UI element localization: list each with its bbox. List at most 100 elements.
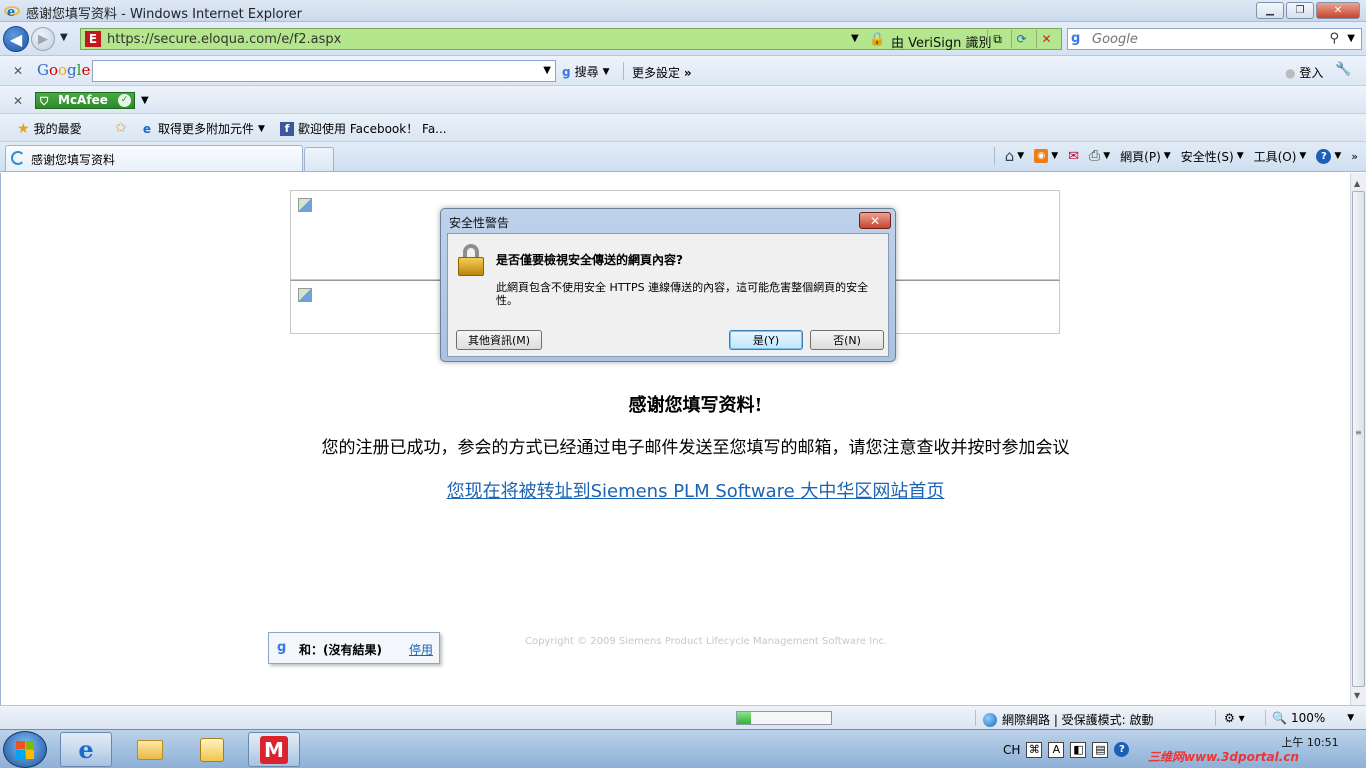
ime-width-icon[interactable]: ◧ [1070, 741, 1087, 758]
dialog-close-button[interactable]: ✕ [859, 212, 891, 229]
watermark-text: 三维网www.3dportal.cn [1148, 750, 1299, 764]
status-bar: 網際網路 | 受保護模式: 啟動 ⚙ ▾ 🔍 100% ▼ [0, 705, 1366, 729]
facebook-link[interactable]: f 歡迎使用 Facebook！ Fa... [280, 120, 447, 137]
taskbar-mcafee-button[interactable]: M [248, 732, 300, 767]
address-url[interactable]: https://secure.eloqua.com/e/f2.aspx [107, 32, 341, 47]
search-icon[interactable]: ⚲ [1329, 31, 1339, 46]
lock-icon[interactable]: 🔒 [869, 32, 885, 47]
facebook-icon: f [280, 121, 294, 136]
address-bar[interactable]: E https://secure.eloqua.com/e/f2.aspx ▼ … [80, 28, 1062, 51]
taskbar-paint-button[interactable] [186, 732, 238, 767]
title-bar: e 感谢您填写资料 - Windows Internet Explorer ▁ … [0, 0, 1366, 22]
dialog-title: 安全性警告 [449, 216, 510, 230]
page-menu[interactable]: 網頁(P) ▼ [1120, 148, 1171, 165]
tab-active[interactable]: 感谢您填写资料 [5, 145, 303, 171]
page-menu-label: 網頁(P) [1120, 149, 1161, 164]
google-search-dropdown[interactable]: ▼ [543, 65, 551, 76]
google-suggest-popup: g 和：(沒有結果) 停用 [268, 632, 440, 664]
ime-font-icon[interactable]: A [1048, 741, 1065, 758]
more-commands-icon[interactable]: » [1351, 150, 1358, 163]
help-icon: ? [1316, 148, 1332, 164]
maximize-button[interactable]: ❐ [1286, 2, 1314, 19]
chevron-down-icon: ▼ [602, 66, 610, 77]
security-zone[interactable]: 網際網路 | 受保護模式: 啟動 [983, 711, 1154, 728]
safety-menu-label: 安全性(S) [1180, 149, 1234, 164]
chevron-down-icon: ▼ [1347, 713, 1355, 723]
eloqua-favicon-icon: E [85, 31, 101, 47]
new-tab-button[interactable] [304, 147, 334, 171]
address-dropdown[interactable]: ▼ [851, 33, 859, 44]
scroll-up-icon[interactable]: ▲ [1354, 179, 1360, 188]
close-window-button[interactable]: ✕ [1316, 2, 1360, 19]
add-favorite-star-icon: ✩ [115, 120, 127, 136]
home-icon: ⌂ [1004, 147, 1015, 165]
tools-menu[interactable]: 工具(O) ▼ [1254, 148, 1307, 165]
help-button[interactable]: ? ▼ [1316, 148, 1341, 164]
wrench-icon[interactable]: 🔧 [1335, 62, 1351, 77]
chevron-down-icon: ▼ [1051, 151, 1059, 161]
close-toolbar-icon[interactable]: ✕ [13, 94, 23, 108]
ime-mode-icon[interactable]: ⌘ [1026, 741, 1043, 758]
printer-icon: ⎙ [1089, 148, 1101, 164]
recent-pages-dropdown[interactable]: ▼ [60, 32, 68, 43]
refresh-icon[interactable]: ⟳ [1011, 30, 1031, 48]
google-toolbar: ✕ Google ▼ g 搜尋 ▼ 更多設定 » ● 登入 🔧 [0, 56, 1366, 86]
mcafee-toolbar: ✕ ⛉ McAfee ✓ ▼ [0, 86, 1366, 114]
login-button[interactable]: ● 登入 [1285, 64, 1323, 81]
google-search-input[interactable]: ▼ [92, 60, 556, 82]
ime-help-icon[interactable]: ? [1114, 742, 1130, 757]
divider [975, 710, 976, 726]
more-settings-button[interactable]: 更多設定 » [632, 64, 692, 81]
ime-pad-icon[interactable]: ▤ [1092, 741, 1109, 758]
more-info-button[interactable]: 其他資訊(M) [456, 330, 542, 350]
forward-button[interactable]: ▶ [31, 27, 55, 51]
zoom-control[interactable]: 🔍 100% ▼ [1272, 711, 1354, 725]
chevron-down-icon: ▼ [1103, 151, 1111, 161]
tab-title: 感谢您填写资料 [31, 153, 116, 167]
feeds-button[interactable]: ◉ ▼ [1034, 149, 1058, 163]
vertical-scrollbar[interactable]: ▲ ≡ ▼ [1350, 173, 1366, 705]
google-logo: Google [37, 61, 91, 79]
disable-link[interactable]: 停用 [409, 641, 433, 658]
popup-blocker-icon[interactable]: ⚙ ▾ [1224, 711, 1245, 725]
taskbar-explorer-button[interactable] [124, 732, 176, 767]
read-mail-button[interactable]: ✉ [1068, 149, 1079, 164]
rss-icon: ◉ [1034, 149, 1049, 163]
taskbar-ie-button[interactable]: e [60, 732, 112, 767]
ime-indicator[interactable]: CH [1003, 743, 1020, 757]
security-identity[interactable]: 由 VeriSign 識別 [891, 32, 991, 51]
search-options-dropdown[interactable]: ▼ [1347, 33, 1355, 44]
divider [1215, 710, 1216, 726]
start-button[interactable] [3, 731, 47, 768]
safety-menu[interactable]: 安全性(S) ▼ [1181, 148, 1244, 165]
user-dot-icon: ● [1285, 66, 1296, 80]
stop-icon[interactable]: ✕ [1036, 30, 1056, 48]
google-search-label: 搜尋 [574, 65, 599, 79]
add-favorite-button[interactable]: ✩ [115, 120, 127, 136]
mcafee-dropdown[interactable]: ▼ [141, 95, 149, 106]
back-button[interactable]: ◀ [3, 26, 29, 52]
success-message: 您的注册已成功，参会的方式已经通过电子邮件发送至您填写的邮箱，请您注意查收并按时… [321, 438, 1070, 458]
get-addons-link[interactable]: e 取得更多附加元件 ▼ [140, 120, 265, 137]
mcafee-button[interactable]: ⛉ McAfee ✓ [35, 92, 135, 109]
favorites-button[interactable]: ★ 我的最愛 [17, 120, 82, 137]
mail-icon: ✉ [1068, 148, 1080, 164]
favorites-bar: ★ 我的最愛 ✩ e 取得更多附加元件 ▼ f 歡迎使用 Facebook！ F… [0, 114, 1366, 142]
tab-row: 感谢您填写资料 ⌂ ▼ ◉ ▼ ✉ ⎙ ▼ 網頁(P) ▼ 安全性(S) ▼ 工具(O) ▼… [0, 142, 1366, 172]
yes-button[interactable]: 是(Y) [729, 330, 803, 350]
no-button[interactable]: 否(N) [810, 330, 884, 350]
home-button[interactable]: ⌂ ▼ [1005, 147, 1024, 165]
search-input[interactable] [1092, 31, 1322, 47]
google-search-button[interactable]: g 搜尋 ▼ [562, 63, 610, 80]
search-box[interactable]: g ⚲ ▼ [1067, 28, 1362, 50]
scroll-thumb[interactable] [1352, 191, 1365, 687]
print-button[interactable]: ⎙ ▼ [1089, 148, 1110, 164]
divider [993, 147, 995, 165]
scroll-down-icon[interactable]: ▼ [1354, 691, 1360, 700]
compatibility-view-icon[interactable]: ⧉ [987, 30, 1007, 48]
redirect-link[interactable]: 您现在将被转址到Siemens PLM Software 大中华区网站首页 [1, 477, 1366, 503]
login-label: 登入 [1299, 66, 1324, 80]
dialog-body: 是否僅要檢視安全傳送的網頁內容? 此網頁包含不使用安全 HTTPS 連線傳送的內… [447, 233, 889, 357]
minimize-button[interactable]: ▁ [1256, 2, 1284, 19]
close-toolbar-icon[interactable]: ✕ [13, 64, 23, 78]
